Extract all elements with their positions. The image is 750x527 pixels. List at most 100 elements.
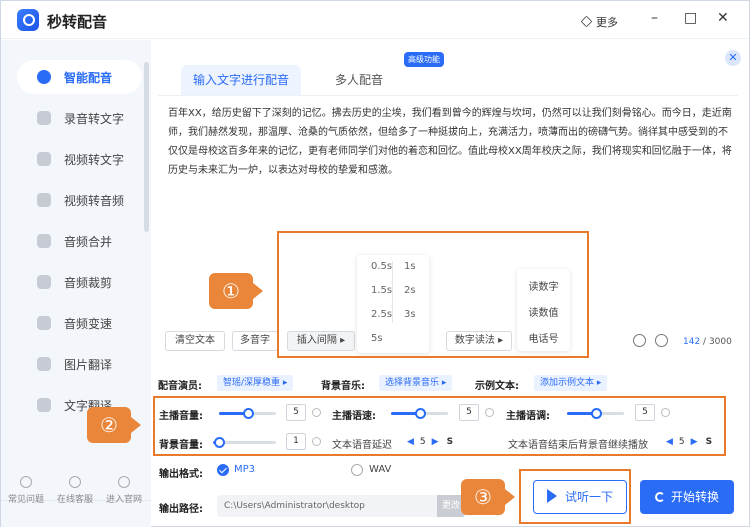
sidebar-item-label: 智能配音	[64, 71, 113, 85]
video-text-icon	[37, 152, 51, 166]
sample-select[interactable]: 添加示例文本 ▸	[534, 375, 608, 391]
sidebar-item-label: 音频裁剪	[64, 276, 113, 290]
more-label: 更多	[596, 16, 618, 29]
reset-icon[interactable]	[661, 408, 670, 417]
speed-value[interactable]: 5	[459, 404, 479, 421]
sample-label: 示例文本:	[475, 381, 519, 392]
website-label: 进入官网	[105, 495, 142, 505]
title-bar: 秒转配音 更多 – □ ✕	[1, 1, 749, 39]
mp3-radio[interactable]	[217, 464, 229, 476]
sidebar-item-label: 视频转音频	[64, 194, 125, 208]
sidebar-item-label: 录音转文字	[64, 112, 125, 126]
output-path-input[interactable]: C:\Users\Administrator\desktop	[217, 495, 443, 517]
listen-label: 试听一下	[564, 490, 613, 504]
bgm-select[interactable]: 选择背景音乐 ▸	[379, 375, 453, 391]
convert-icon	[654, 492, 665, 502]
play-icon	[546, 489, 557, 503]
tail-label: 文本语音结束后背景音继续播放	[508, 440, 648, 451]
video-audio-icon	[37, 193, 51, 207]
marker-1: ①	[209, 273, 263, 309]
translate-icon	[37, 398, 51, 412]
char-count-current: 142	[683, 337, 701, 347]
voice-select[interactable]: 智瑶/深厚稳重 ▸	[217, 375, 294, 391]
tab-text-dubbing[interactable]: 输入文字进行配音	[181, 65, 301, 95]
reset-icon[interactable]	[312, 408, 321, 417]
reset-icon[interactable]	[485, 408, 494, 417]
marker-3: ③	[461, 479, 515, 515]
minimize-icon[interactable]: –	[651, 10, 658, 26]
question-icon	[20, 476, 32, 488]
sidebar-item-record-to-text[interactable]: 录音转文字	[17, 101, 142, 135]
sidebar-item-image-translate[interactable]: 图片翻译	[17, 347, 142, 381]
sidebar: 智能配音 录音转文字 视频转文字 视频转音频 音频合并 音频裁剪 音频变速 图片…	[1, 40, 151, 527]
delay-stepper[interactable]: ◀ 5 ▶ S	[407, 437, 453, 447]
polyphone-button[interactable]: 多音字	[232, 331, 278, 351]
tail-value: 5	[678, 437, 685, 447]
delay-value: 5	[419, 437, 426, 447]
faq-label: 常见问题	[7, 495, 44, 505]
merge-icon	[37, 234, 51, 248]
sidebar-item-audio-cut[interactable]: 音频裁剪	[17, 265, 142, 299]
layers-icon	[580, 15, 593, 28]
close-panel-icon[interactable]: ✕	[725, 50, 741, 66]
sidebar-item-video-to-text[interactable]: 视频转文字	[17, 142, 142, 176]
path-label: 输出路径:	[159, 504, 203, 515]
pitch-label: 主播语调:	[506, 411, 550, 422]
app-window: 秒转配音 更多 – □ ✕ 智能配音 录音转文字 视频转文字 视频转音频 音频合…	[0, 0, 750, 527]
app-title: 秒转配音	[47, 13, 108, 31]
main-volume-value[interactable]: 5	[286, 404, 306, 421]
pitch-value[interactable]: 5	[635, 404, 655, 421]
speed-slider[interactable]	[391, 408, 448, 419]
editor-text[interactable]: 百年XX，给历史留下了深刻的记忆。拂去历史的尘埃，我们看到曾今的辉煌与坎坷，仍然…	[168, 104, 736, 180]
app-logo-icon	[17, 9, 39, 31]
bgm-label: 背景音乐:	[321, 381, 365, 392]
start-convert-button[interactable]: 开始转换	[640, 480, 734, 514]
undo-icon[interactable]	[633, 334, 646, 347]
reset-icon[interactable]	[312, 437, 321, 446]
pitch-slider[interactable]	[567, 408, 624, 419]
tail-unit: S	[705, 437, 713, 447]
record-icon	[37, 111, 51, 125]
maximize-icon[interactable]: □	[684, 10, 697, 26]
sidebar-item-video-to-audio[interactable]: 视频转音频	[17, 183, 142, 217]
sidebar-item-audio-merge[interactable]: 音频合并	[17, 224, 142, 258]
headset-icon	[69, 476, 81, 488]
highlight-frame-1	[277, 231, 589, 358]
start-label: 开始转换	[670, 490, 719, 504]
microphone-icon	[37, 70, 51, 84]
sidebar-item-smart-dubbing[interactable]: 智能配音	[17, 60, 142, 94]
sidebar-scrollbar[interactable]	[144, 62, 149, 232]
advanced-badge: 高级功能	[404, 52, 444, 67]
bg-volume-value[interactable]: 1	[286, 433, 306, 450]
scissors-icon	[37, 275, 51, 289]
sidebar-item-audio-speed[interactable]: 音频变速	[17, 306, 142, 340]
sidebar-item-label: 图片翻译	[64, 358, 113, 372]
home-icon	[118, 476, 130, 488]
faq-link[interactable]: 常见问题	[4, 476, 48, 505]
tail-stepper[interactable]: ◀ 5 ▶ S	[666, 437, 712, 447]
format-label: 输出格式:	[159, 469, 203, 480]
bg-volume-label: 背景音量:	[159, 440, 203, 451]
support-label: 在线客服	[56, 495, 93, 505]
redo-icon[interactable]	[655, 334, 668, 347]
char-count: 142 / 3000	[683, 337, 732, 347]
more-menu[interactable]: 更多	[580, 14, 618, 30]
main-volume-label: 主播音量:	[159, 411, 203, 422]
marker-2: ②	[87, 407, 141, 443]
mp3-label[interactable]: MP3	[234, 464, 255, 475]
sidebar-item-label: 音频合并	[64, 235, 113, 249]
clear-text-button[interactable]: 清空文本	[165, 331, 225, 351]
bg-volume-slider[interactable]	[213, 437, 276, 448]
website-link[interactable]: 进入官网	[102, 476, 146, 505]
close-window-icon[interactable]: ✕	[717, 10, 729, 26]
sidebar-item-label: 视频转文字	[64, 153, 125, 167]
main-volume-slider[interactable]	[219, 408, 276, 419]
listen-button[interactable]: 试听一下	[533, 480, 627, 514]
speed-icon	[37, 316, 51, 330]
wav-label[interactable]: WAV	[369, 464, 391, 475]
tab-multi-voice[interactable]: 多人配音	[311, 65, 407, 95]
wav-radio[interactable]	[351, 464, 363, 476]
sidebar-item-label: 音频变速	[64, 317, 113, 331]
support-link[interactable]: 在线客服	[53, 476, 97, 505]
speed-label: 主播语速:	[332, 411, 376, 422]
